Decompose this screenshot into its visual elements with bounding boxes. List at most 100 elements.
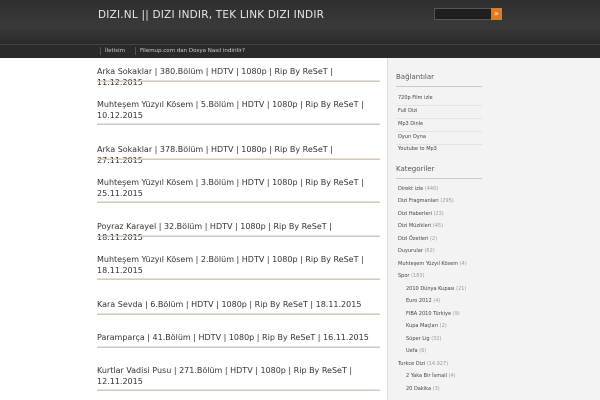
- post-divider: [97, 202, 380, 203]
- post-item: Muhteşem Yüzyıl Kösem | 3.Bölüm | HDTV |…: [97, 177, 380, 203]
- category-label[interactable]: 2010 Dünya Kupası: [406, 286, 455, 292]
- sidebar-link[interactable]: Mp3 Dinle: [398, 121, 423, 128]
- site-header: DIZI.NL || DIZI INDIR, TEK LINK DIZI IND…: [0, 0, 600, 44]
- category-link[interactable]: Muhteşem Yüzyıl Kösem (4): [398, 261, 467, 268]
- post-title[interactable]: Muhteşem Yüzyıl Kösem | 2.Bölüm | HDTV |…: [97, 254, 380, 276]
- category-count: (4): [448, 373, 456, 379]
- category-link[interactable]: Turkce Dizi (14.927): [398, 361, 448, 368]
- category-label[interactable]: Uefa: [406, 348, 418, 354]
- post-title[interactable]: Kurtlar Vadisi Pusu | 271.Bölüm | HDTV |…: [97, 365, 380, 387]
- category-count: (6): [419, 348, 427, 354]
- category-count: (9): [452, 311, 460, 317]
- category-link[interactable]: Euro 2012 (4): [406, 298, 440, 305]
- category-count: (2): [439, 323, 447, 329]
- category-link[interactable]: Direkt izle (440): [398, 186, 438, 193]
- post-divider: [97, 347, 380, 348]
- category-label[interactable]: 2 Yaka Bir İsmail: [406, 373, 447, 379]
- category-link[interactable]: Süper Lig (32): [406, 336, 441, 343]
- category-link[interactable]: Dizi Haberleri (23): [398, 211, 444, 218]
- category-label[interactable]: FIBA 2010 Türkiye: [406, 311, 451, 317]
- category-link[interactable]: Dizi Müzikleri (45): [398, 223, 443, 230]
- widget-divider: [396, 86, 482, 87]
- category-count: (440): [424, 186, 439, 192]
- category-link[interactable]: FIBA 2010 Türkiye (9): [406, 311, 460, 318]
- post-divider: [97, 390, 380, 391]
- category-count: (23): [433, 211, 444, 217]
- category-count: (62): [424, 248, 435, 254]
- category-label[interactable]: Spor: [398, 273, 409, 279]
- nav-item-iletisim[interactable]: İletisim: [100, 47, 125, 55]
- category-count: (14.927): [426, 361, 449, 367]
- sidebar-link[interactable]: Oyun Oyna: [398, 134, 426, 141]
- post-divider: [97, 81, 380, 82]
- category-link[interactable]: Dizi Özetleri (2): [398, 236, 437, 243]
- sidebar: Bağlantılar 720p Film izle Full Dizi Mp3…: [387, 58, 600, 400]
- sidebar-link[interactable]: Youtube to Mp3: [398, 146, 437, 153]
- category-label[interactable]: Süper Lig: [406, 336, 430, 342]
- category-label[interactable]: 20 Dakika: [406, 386, 431, 392]
- category-label[interactable]: Kupa Maçları: [406, 323, 438, 329]
- post-title[interactable]: Arka Sokaklar | 380.Bölüm | HDTV | 1080p…: [97, 66, 380, 88]
- category-count: (295): [440, 198, 454, 204]
- post-title[interactable]: Arka Sokaklar | 378.Bölüm | HDTV | 1080p…: [97, 144, 380, 166]
- widget-divider: [396, 178, 482, 179]
- link-divider: [396, 118, 482, 119]
- category-label[interactable]: Dizi Haberleri: [398, 211, 432, 217]
- post-divider: [97, 236, 380, 237]
- category-link[interactable]: 2010 Dünya Kupası (21): [406, 286, 466, 293]
- post-item: Kara Sevda | 6.Bölüm | HDTV | 1080p | Ri…: [97, 299, 380, 315]
- page-content: Arka Sokaklar | 380.Bölüm | HDTV | 1080p…: [0, 58, 600, 400]
- post-title[interactable]: Poyraz Karayel | 32.Bölüm | HDTV | 1080p…: [97, 221, 380, 243]
- category-link[interactable]: Uefa (6): [406, 348, 426, 355]
- link-divider: [396, 144, 482, 145]
- category-label[interactable]: Turkce Dizi: [398, 361, 425, 367]
- category-link[interactable]: Duyurular (62): [398, 248, 435, 255]
- category-link[interactable]: 2 Yaka Bir İsmail (4): [406, 373, 456, 380]
- category-label[interactable]: Muhteşem Yüzyıl Kösem: [398, 261, 458, 267]
- post-divider: [97, 279, 380, 280]
- category-count: (2): [429, 236, 438, 242]
- category-label[interactable]: Dizi Müzikleri: [398, 223, 431, 229]
- search-input[interactable]: [434, 8, 494, 20]
- nav-item-filemup[interactable]: Filemup.com dan Dosya Nasıl indirilir?: [135, 47, 245, 55]
- category-link[interactable]: Kupa Maçları (2): [406, 323, 447, 330]
- post-title[interactable]: Paramparça | 41.Bölüm | HDTV | 1080p | R…: [97, 332, 380, 343]
- category-label[interactable]: Euro 2012: [406, 298, 432, 304]
- category-count: (3): [432, 386, 440, 392]
- category-count: (4): [459, 261, 467, 267]
- link-divider: [396, 105, 482, 106]
- category-label[interactable]: Direkt izle: [398, 186, 423, 192]
- post-divider: [97, 314, 380, 315]
- category-label[interactable]: Duyurular: [398, 248, 423, 254]
- category-count: (4): [433, 298, 441, 304]
- nav-bar: İletisim Filemup.com dan Dosya Nasıl ind…: [0, 44, 600, 59]
- search-button[interactable]: »: [491, 8, 502, 20]
- site-title[interactable]: DIZI.NL || DIZI INDIR, TEK LINK DIZI IND…: [98, 9, 324, 21]
- post-divider: [97, 159, 380, 160]
- sidebar-link[interactable]: Full Dizi: [398, 108, 417, 115]
- category-link[interactable]: Dizi Fragmanları (295): [398, 198, 454, 205]
- categories-widget-title: Kategoriler: [396, 165, 435, 173]
- post-title[interactable]: Muhteşem Yüzyıl Kösem | 3.Bölüm | HDTV |…: [97, 177, 380, 199]
- category-count: (32): [431, 336, 442, 342]
- post-item: Poyraz Karayel | 32.Bölüm | HDTV | 1080p…: [97, 221, 380, 242]
- category-count: (45): [432, 223, 444, 229]
- post-divider: [97, 124, 380, 125]
- category-count: (183): [411, 273, 425, 279]
- category-label[interactable]: Dizi Fragmanları: [398, 198, 439, 204]
- post-title[interactable]: Muhteşem Yüzyıl Kösem | 5.Bölüm | HDTV |…: [97, 99, 380, 121]
- category-label[interactable]: Dizi Özetleri: [398, 236, 428, 242]
- post-title[interactable]: Kara Sevda | 6.Bölüm | HDTV | 1080p | Ri…: [97, 299, 380, 310]
- post-item: Muhteşem Yüzyıl Kösem | 2.Bölüm | HDTV |…: [97, 254, 380, 280]
- post-item: Kurtlar Vadisi Pusu | 271.Bölüm | HDTV |…: [97, 365, 380, 391]
- category-link[interactable]: 20 Dakika (3): [406, 386, 440, 393]
- post-item: Paramparça | 41.Bölüm | HDTV | 1080p | R…: [97, 332, 380, 348]
- category-link[interactable]: Spor (183): [398, 273, 425, 280]
- sidebar-link[interactable]: 720p Film izle: [398, 95, 433, 102]
- category-count: (21): [456, 286, 467, 292]
- post-item: Muhteşem Yüzyıl Kösem | 5.Bölüm | HDTV |…: [97, 99, 380, 125]
- post-item: Arka Sokaklar | 380.Bölüm | HDTV | 1080p…: [97, 66, 380, 87]
- post-item: Arka Sokaklar | 378.Bölüm | HDTV | 1080p…: [97, 144, 380, 165]
- link-divider: [396, 131, 482, 132]
- links-widget-title: Bağlantılar: [396, 73, 435, 81]
